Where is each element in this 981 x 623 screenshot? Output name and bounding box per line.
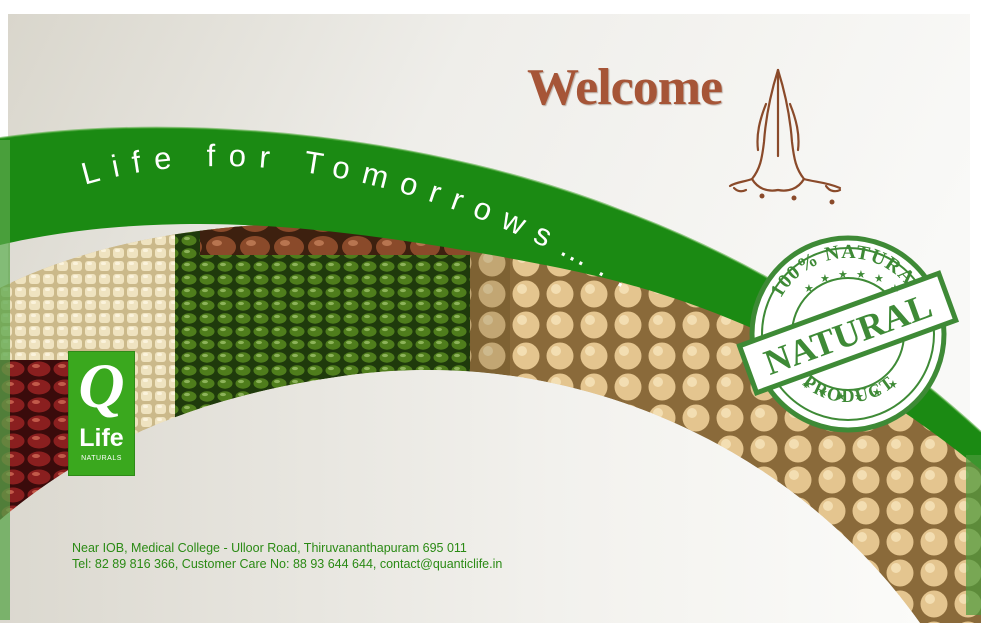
svg-text:★: ★ <box>856 268 866 281</box>
welcome-heading: Welcome <box>527 59 723 116</box>
logo-word: Life <box>79 424 124 452</box>
contact-info: Near IOB, Medical College - Ulloor Road,… <box>72 540 502 572</box>
svg-text:★: ★ <box>874 272 884 285</box>
svg-text:★: ★ <box>802 378 812 391</box>
svg-text:★: ★ <box>818 386 828 399</box>
welcome-banner: Life for Tomorrows….. Welcome 100% NATUR… <box>0 0 981 623</box>
svg-text:★: ★ <box>820 272 830 285</box>
svg-text:★: ★ <box>890 282 900 295</box>
logo-letter: Q <box>78 350 125 421</box>
address-line: Near IOB, Medical College - Ulloor Road,… <box>72 541 467 555</box>
svg-text:★: ★ <box>804 282 814 295</box>
contact-line: Tel: 82 89 816 366, Customer Care No: 88… <box>72 557 503 571</box>
qlife-logo: Q Life NATURALS <box>68 351 135 476</box>
svg-text:★: ★ <box>888 378 898 391</box>
logo-subtext: NATURALS <box>81 455 122 462</box>
natural-stamp-icon: 100% NATURAL PRODUCT NATURAL ★★★ ★★★ ★★★… <box>736 235 960 433</box>
svg-text:★: ★ <box>872 386 882 399</box>
svg-text:★: ★ <box>854 390 864 403</box>
namaste-hands-icon <box>728 68 842 205</box>
svg-text:★: ★ <box>838 268 848 281</box>
svg-text:★: ★ <box>836 390 846 403</box>
